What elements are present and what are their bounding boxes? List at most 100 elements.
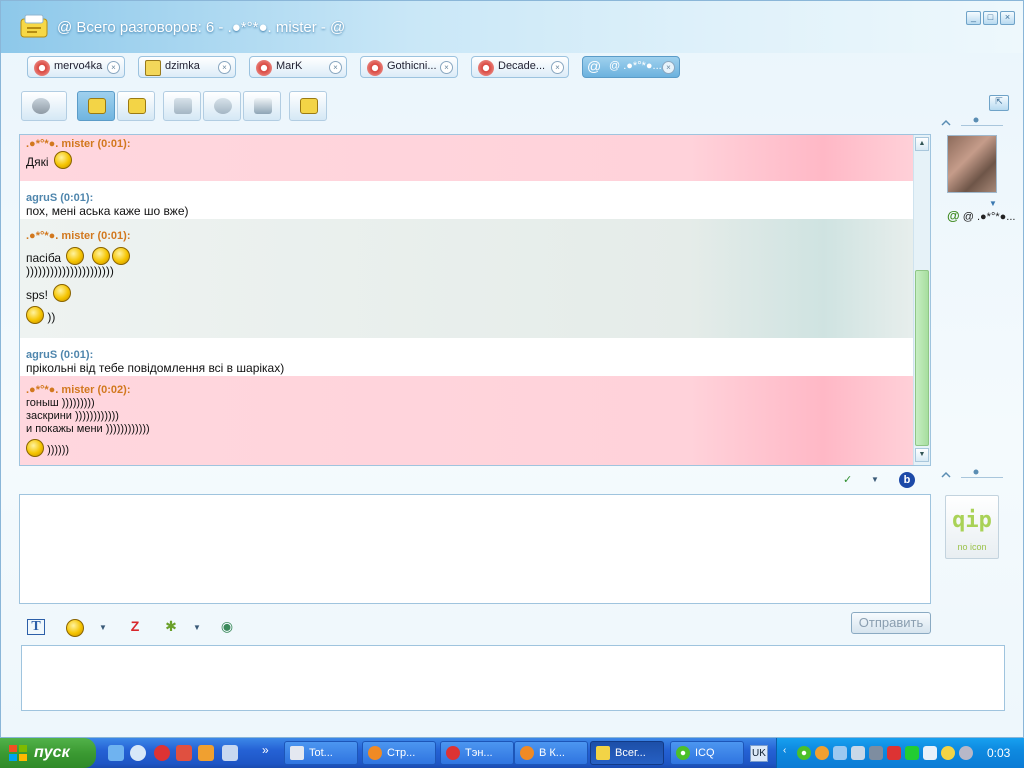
tab-dzimka[interactable]: dzimka × [138, 56, 236, 78]
tray-app-icon[interactable] [905, 746, 919, 760]
message-line: пасіба [26, 247, 913, 265]
media-player-icon[interactable] [130, 745, 146, 761]
webcam-icon [214, 98, 232, 114]
file-transfer-icon [300, 98, 318, 114]
message-icon [88, 98, 106, 114]
close-tab-icon[interactable]: × [218, 61, 231, 74]
message-mode-button[interactable] [77, 91, 115, 121]
tab-mister[interactable]: @ @ .●*°*●.... × [582, 56, 680, 78]
avatar-dropdown-icon[interactable]: ▼ [989, 199, 997, 208]
tab-label: dzimka [165, 60, 200, 72]
contact-nick-row: @ @ .●*°*●... [947, 208, 1015, 223]
chat-history[interactable]: .●*°*●. mister (0:01): Дякі agruS (0:01)… [19, 134, 931, 466]
winamp-icon[interactable] [198, 745, 214, 761]
close-tab-icon[interactable]: × [551, 61, 564, 74]
qip-logo: qip no icon [945, 495, 999, 559]
acrobat-icon[interactable] [176, 745, 192, 761]
close-tab-icon[interactable]: × [662, 61, 675, 74]
sms-button[interactable] [243, 91, 281, 121]
start-button[interactable]: пуск [0, 738, 96, 768]
contact-avatar[interactable] [947, 135, 997, 193]
scroll-up-arrow-icon[interactable]: ▲ [915, 137, 929, 151]
tab-decade[interactable]: Decade... × [471, 56, 569, 78]
language-indicator[interactable]: UK [750, 745, 768, 762]
tray-app-icon[interactable] [941, 746, 955, 760]
multi-message-button[interactable] [117, 91, 155, 121]
text-format-icon[interactable]: T [27, 619, 45, 635]
send-button[interactable]: Отправить [851, 612, 931, 634]
tray-app-icon[interactable] [869, 746, 883, 760]
taskbar-button-opera[interactable]: Тэн... [440, 741, 514, 765]
chevron-down-icon[interactable]: ▼ [193, 623, 201, 632]
icq-flower-icon[interactable] [797, 746, 811, 760]
add-contact-button[interactable] [21, 91, 67, 121]
bee-icon[interactable]: ✱ [159, 615, 183, 637]
tray-app-icon[interactable] [851, 746, 865, 760]
fax-icon [254, 98, 272, 114]
qip-chat-icon [596, 746, 610, 760]
flower-icon [34, 60, 50, 76]
file-transfer-button[interactable] [289, 91, 327, 121]
na-status-icon [145, 60, 161, 76]
scroll-down-arrow-icon[interactable]: ▼ [915, 448, 929, 462]
chevron-down-icon[interactable]: ▼ [99, 623, 107, 632]
tab-mervo4ka[interactable]: mervo4ka × [27, 56, 125, 78]
video-button[interactable] [203, 91, 241, 121]
smiley-button[interactable] [63, 615, 87, 637]
call-button[interactable] [163, 91, 201, 121]
close-tab-icon[interactable]: × [440, 61, 453, 74]
contact-panel-toggle-icon[interactable] [941, 469, 1007, 479]
collapse-panel-button[interactable]: ⇱ [989, 95, 1009, 111]
window-title: @ Всего разговоров: 6 - .●*°*●. mister -… [57, 19, 346, 36]
volume-icon[interactable] [923, 746, 937, 760]
more-quicklaunch-icon[interactable]: » [262, 743, 269, 757]
contact-panel-toggle-icon[interactable] [941, 117, 1007, 127]
maximize-button[interactable]: □ [983, 11, 998, 25]
message-text: )) [47, 310, 56, 324]
taskbar-button-qip-chat[interactable]: Всег... [590, 741, 664, 765]
chat-scrollbar[interactable]: ▲ ▼ [913, 135, 930, 465]
opera-icon[interactable] [154, 745, 170, 761]
tray-app-icon[interactable] [959, 746, 973, 760]
close-tab-icon[interactable]: × [107, 61, 120, 74]
translit-icon[interactable]: b [899, 472, 915, 488]
close-button[interactable]: × [1000, 11, 1015, 25]
ie-icon[interactable] [108, 745, 124, 761]
firefox-icon [520, 746, 534, 760]
taskbar-button-firefox-1[interactable]: Стр... [362, 741, 436, 765]
clock: 0:03 [987, 746, 1011, 760]
title-bar[interactable]: @ Всего разговоров: 6 - .●*°*●. mister -… [1, 1, 1023, 53]
tab-label: Decade... [498, 60, 546, 72]
tray-app-icon[interactable] [815, 746, 829, 760]
chevron-down-icon[interactable]: ▼ [871, 475, 879, 484]
icq-flower-icon [676, 746, 690, 760]
edit-toolbar: ✓ ▼ b [837, 471, 927, 491]
message-input[interactable] [19, 494, 931, 604]
tray-expand-icon[interactable]: ‹ [783, 745, 786, 756]
secondary-input[interactable] [21, 645, 1005, 711]
message-text: и покажы мени )))))))))))) [26, 423, 150, 435]
spellcheck-icon[interactable]: ✓ [843, 473, 852, 486]
taskbar-button-icq[interactable]: ICQ [670, 741, 744, 765]
game-icon[interactable]: ◉ [215, 615, 239, 637]
taskbar-label: Стр... [387, 747, 416, 759]
taskbar-button-totalcmd[interactable]: Tot... [284, 741, 358, 765]
message-nick: .●*°*●. mister (0:01): [26, 230, 131, 242]
smiley-icon [26, 306, 44, 324]
add-user-icon [32, 98, 50, 114]
minimize-button[interactable]: _ [966, 11, 981, 25]
tab-mark[interactable]: MarK × [249, 56, 347, 78]
close-tab-icon[interactable]: × [329, 61, 342, 74]
taskbar-button-firefox-2[interactable]: В К... [514, 741, 588, 765]
tab-gothicni[interactable]: Gothicni... × [360, 56, 458, 78]
pen-icon[interactable] [222, 745, 238, 761]
message-text: пасіба [26, 251, 62, 265]
scrollbar-thumb[interactable] [915, 270, 929, 446]
taskbar: пуск » Tot... Стр... Тэн... В К... Всег.… [0, 738, 1024, 768]
antivirus-icon[interactable] [887, 746, 901, 760]
firefox-icon [368, 746, 382, 760]
quote-button[interactable]: Z [123, 615, 147, 637]
smiley-icon [53, 284, 72, 302]
taskbar-label: Тэн... [465, 747, 493, 759]
network-icon[interactable] [833, 746, 847, 760]
